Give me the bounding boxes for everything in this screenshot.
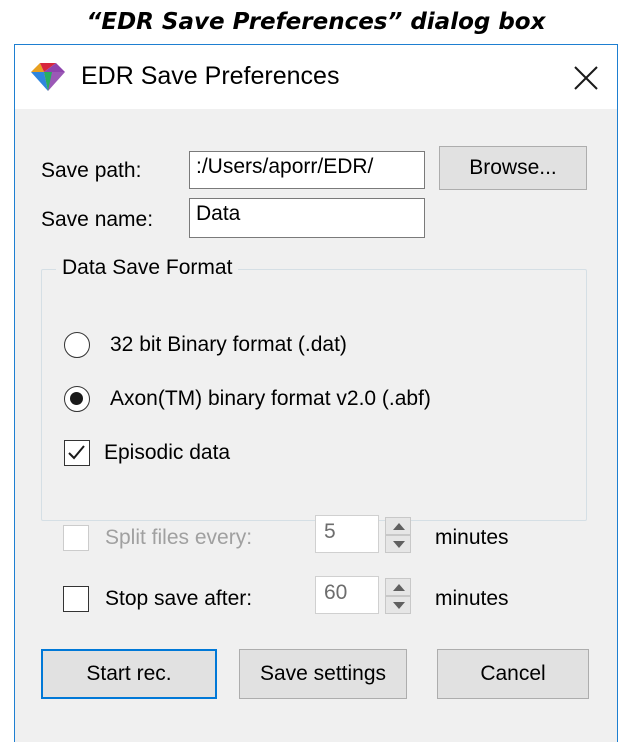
close-icon[interactable] (569, 61, 603, 95)
spin-up-button[interactable] (385, 517, 411, 535)
chevron-up-icon (393, 523, 405, 530)
data-save-format-group: Data Save Format 32 bit Binary format (.… (41, 255, 587, 521)
radio-selected-dot (70, 392, 83, 405)
stop-save-label: Stop save after: (105, 587, 253, 610)
radio-abf-format[interactable] (64, 386, 90, 412)
stop-save-value-input[interactable]: 60 (315, 576, 379, 614)
cancel-button[interactable]: Cancel (437, 649, 589, 699)
edr-save-preferences-dialog: EDR Save Preferences Save path: :/Users/… (14, 44, 618, 742)
spin-up-button[interactable] (385, 578, 411, 596)
spin-down-button[interactable] (385, 596, 411, 614)
window-title: EDR Save Preferences (81, 62, 340, 90)
save-settings-button[interactable]: Save settings (239, 649, 407, 699)
checkmark-icon (68, 445, 85, 460)
title-bar: EDR Save Preferences (15, 45, 617, 109)
save-name-input[interactable]: Data (189, 198, 425, 238)
save-path-input[interactable]: :/Users/aporr/EDR/ (189, 151, 425, 189)
abf-format-label: Axon(TM) binary format v2.0 (.abf) (110, 387, 431, 410)
radio-dat-format[interactable] (64, 332, 90, 358)
browse-button[interactable]: Browse... (439, 146, 587, 190)
chevron-up-icon (393, 584, 405, 591)
stop-save-checkbox[interactable] (63, 586, 89, 612)
split-files-unit: minutes (435, 526, 509, 549)
edr-app-icon (31, 63, 65, 91)
split-files-checkbox[interactable] (63, 525, 89, 551)
save-path-label: Save path: (41, 159, 142, 182)
dat-format-label: 32 bit Binary format (.dat) (110, 333, 347, 356)
group-title: Data Save Format (56, 255, 239, 281)
spin-down-button[interactable] (385, 535, 411, 553)
start-rec-button[interactable]: Start rec. (41, 649, 217, 699)
stop-save-unit: minutes (435, 587, 509, 610)
save-name-label: Save name: (41, 208, 154, 231)
episodic-data-checkbox[interactable] (64, 440, 90, 466)
episodic-data-label: Episodic data (104, 441, 231, 464)
split-files-value-input[interactable]: 5 (315, 515, 379, 553)
figure-caption: “EDR Save Preferences” dialog box (86, 9, 546, 35)
split-files-label: Split files every: (105, 526, 253, 549)
chevron-down-icon (393, 541, 405, 548)
chevron-down-icon (393, 602, 405, 609)
